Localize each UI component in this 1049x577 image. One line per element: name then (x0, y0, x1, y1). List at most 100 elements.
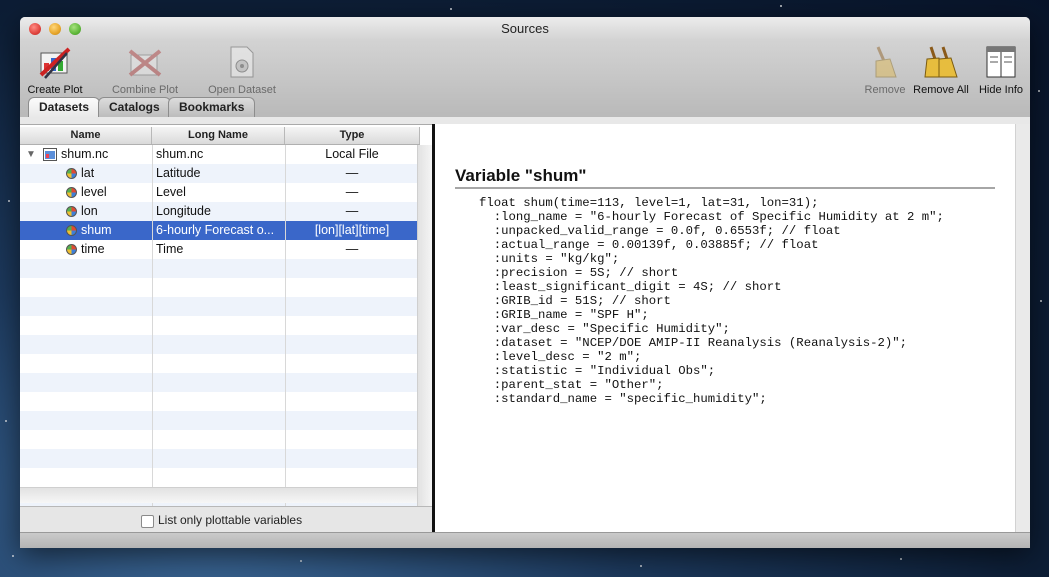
tab-catalogs[interactable]: Catalogs (98, 97, 171, 117)
disclosure-triangle-icon[interactable]: ▼ (26, 145, 36, 164)
star (1040, 300, 1042, 302)
row-name: level (81, 185, 107, 199)
create-plot-icon (39, 47, 71, 79)
tab-bookmarks[interactable]: Bookmarks (168, 97, 256, 117)
sources-window: Sources Create Plot Combine Plot Open Da… (20, 17, 1030, 548)
open-dataset-icon (230, 46, 254, 78)
row-type: — (345, 166, 359, 180)
attr-line: float shum(time=113, level=1, lat=31, lo… (479, 196, 819, 210)
broom-icon (875, 46, 897, 78)
column-divider (285, 145, 286, 506)
variable-icon (66, 187, 77, 198)
variable-title: Variable "shum" (455, 166, 587, 185)
empty-row (20, 430, 417, 449)
attr-line: :standard_name = "specific_humidity"; (479, 392, 767, 406)
attr-line: :actual_range = 0.00139f, 0.03885f; // f… (479, 238, 819, 252)
plottable-only-label[interactable]: List only plottable variables (158, 513, 302, 527)
empty-row (20, 335, 417, 354)
row-name: time (81, 242, 105, 256)
empty-row (20, 259, 417, 278)
info-panel-icon (986, 46, 1016, 78)
close-window-button[interactable] (29, 23, 41, 35)
empty-row (20, 354, 417, 373)
table-row[interactable]: lon Longitude — (20, 202, 417, 221)
star (8, 200, 10, 202)
table-header: Name Long Name Type (20, 127, 420, 145)
attr-line: :GRIB_id = 51S; // short (479, 294, 671, 308)
star (5, 420, 7, 422)
variable-icon (66, 244, 77, 255)
column-header-type[interactable]: Type (285, 127, 420, 144)
star (900, 558, 902, 560)
empty-row (20, 316, 417, 335)
star (780, 5, 782, 7)
variable-icon (66, 168, 77, 179)
row-type: — (345, 204, 359, 218)
table-row-selected[interactable]: shum 6-hourly Forecast o... [lon][lat][t… (20, 221, 417, 240)
info-scrollbar[interactable] (1015, 124, 1030, 532)
empty-row (20, 297, 417, 316)
attr-line: :long_name = "6-hourly Forecast of Speci… (479, 210, 944, 224)
tab-datasets[interactable]: Datasets (28, 97, 101, 117)
combine-plot-button[interactable]: Combine Plot (108, 45, 182, 96)
title-rule (455, 187, 995, 189)
star (1038, 90, 1040, 92)
filter-bar: List only plottable variables (20, 506, 432, 534)
table-row[interactable]: lat Latitude — (20, 164, 417, 183)
star (12, 555, 14, 557)
datasets-table: Name Long Name Type ▼ shum.nc shum.nc Lo… (20, 124, 433, 534)
table-row[interactable]: time Time — (20, 240, 417, 259)
variable-attributes: float shum(time=113, level=1, lat=31, lo… (479, 196, 944, 406)
empty-row (20, 468, 417, 487)
row-name: shum.nc (61, 147, 109, 161)
open-dataset-button[interactable]: Open Dataset (204, 45, 280, 96)
remove-all-label: Remove All (913, 84, 969, 96)
column-divider (152, 145, 153, 506)
remove-all-button[interactable]: Remove All (910, 45, 972, 96)
column-header-long-name[interactable]: Long Name (152, 127, 285, 144)
plottable-only-checkbox[interactable] (141, 515, 154, 528)
empty-row (20, 392, 417, 411)
table-row[interactable]: level Level — (20, 183, 417, 202)
table-row[interactable]: ▼ shum.nc shum.nc Local File (20, 145, 417, 164)
row-long-name: Level (156, 185, 186, 199)
hide-info-label: Hide Info (978, 84, 1024, 96)
remove-button[interactable]: Remove (862, 45, 908, 96)
attr-line: :statistic = "Individual Obs"; (479, 364, 716, 378)
row-type: Local File (325, 147, 379, 161)
star (640, 565, 642, 567)
variable-icon (66, 225, 77, 236)
combine-plot-label: Combine Plot (111, 84, 179, 96)
row-long-name: Latitude (156, 166, 201, 180)
row-long-name: Time (156, 242, 184, 256)
row-long-name: Longitude (156, 204, 211, 218)
dataset-file-icon (43, 148, 57, 161)
status-bar (20, 532, 1030, 548)
attr-line: :level_desc = "2 m"; (479, 350, 642, 364)
vertical-scrollbar[interactable] (417, 145, 433, 506)
attr-line: :var_desc = "Specific Humidity"; (479, 322, 730, 336)
brooms-icon (924, 46, 958, 78)
zoom-window-button[interactable] (69, 23, 81, 35)
column-header-name[interactable]: Name (20, 127, 152, 144)
row-long-name: 6-hourly Forecast o... (156, 223, 275, 237)
row-type: — (345, 185, 359, 199)
attr-line: :parent_stat = "Other"; (479, 378, 664, 392)
row-name: lon (81, 204, 98, 218)
create-plot-button[interactable]: Create Plot (24, 45, 86, 96)
attr-line: :unpacked_valid_range = 0.0f, 0.6553f; /… (479, 224, 841, 238)
hide-info-button[interactable]: Hide Info (974, 45, 1028, 96)
empty-row (20, 373, 417, 392)
row-type: — (345, 242, 359, 256)
horizontal-scrollbar[interactable] (20, 487, 417, 503)
attr-line: :dataset = "NCEP/DOE AMIP-II Reanalysis … (479, 336, 908, 350)
minimize-window-button[interactable] (49, 23, 61, 35)
table-body: ▼ shum.nc shum.nc Local File lat Latitud… (20, 145, 417, 506)
create-plot-label: Create Plot (27, 84, 83, 96)
remove-label: Remove (864, 84, 906, 96)
row-name: lat (81, 166, 95, 180)
attr-line: :GRIB_name = "SPF H"; (479, 308, 649, 322)
combine-plot-icon (128, 49, 162, 77)
variable-icon (66, 206, 77, 217)
title-bar[interactable]: Sources (20, 17, 1030, 40)
